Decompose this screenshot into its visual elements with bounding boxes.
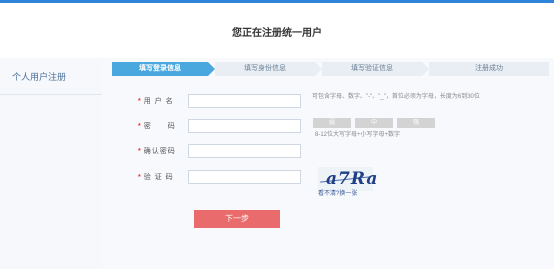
step-2: 填写身份信息 <box>215 62 315 76</box>
step-1-arrow <box>208 62 215 76</box>
password-hint: 8-12位大写字母+小写字母+数字 <box>315 132 401 138</box>
captcha-label: * 验 证 码 <box>138 174 174 181</box>
sidebar-divider <box>0 94 102 95</box>
sidebar-item-personal-register[interactable]: 个人用户注册 <box>12 70 66 83</box>
step-1: 填写登录信息 <box>112 62 208 76</box>
required-mark: * <box>138 98 142 105</box>
username-label: * 用 户 名 <box>138 98 174 105</box>
main-panel <box>102 58 554 269</box>
step-4: 注册成功 <box>429 62 549 76</box>
step-progress: 填写登录信息 填写身份信息 填写验证信息 注册成功 <box>112 62 549 76</box>
captcha-refresh-link[interactable]: 看不清?换一张 <box>318 188 357 197</box>
step-1-label: 填写登录信息 <box>139 65 181 72</box>
page-title: 您正在注册统一用户 <box>232 28 322 39</box>
captcha-input[interactable] <box>188 170 301 184</box>
step-3-arrow <box>422 62 429 76</box>
strength-medium: 中 <box>355 118 393 128</box>
next-button[interactable]: 下一步 <box>194 210 280 228</box>
step-4-label: 注册成功 <box>475 65 503 72</box>
step-2-label: 填写身份信息 <box>244 65 286 72</box>
required-mark: * <box>138 148 142 155</box>
captcha-image-text: a7Ra <box>326 169 379 189</box>
confirm-password-label: * 确认密码 <box>138 148 176 155</box>
password-label: * 密 码 <box>138 123 176 130</box>
username-hint: 可包含字母、数字、"-"、"_"，首位必须为字母，长度为6到30位 <box>312 94 480 100</box>
strength-weak: 弱 <box>313 118 351 128</box>
confirm-password-input[interactable] <box>188 144 301 158</box>
step-3: 填写验证信息 <box>322 62 422 76</box>
strength-strong: 强 <box>397 118 435 128</box>
password-input[interactable] <box>188 119 301 133</box>
required-mark: * <box>138 123 142 130</box>
required-mark: * <box>138 174 142 181</box>
step-3-label: 填写验证信息 <box>351 65 393 72</box>
step-2-arrow <box>315 62 322 76</box>
username-input[interactable] <box>188 94 301 108</box>
sidebar <box>0 58 102 269</box>
